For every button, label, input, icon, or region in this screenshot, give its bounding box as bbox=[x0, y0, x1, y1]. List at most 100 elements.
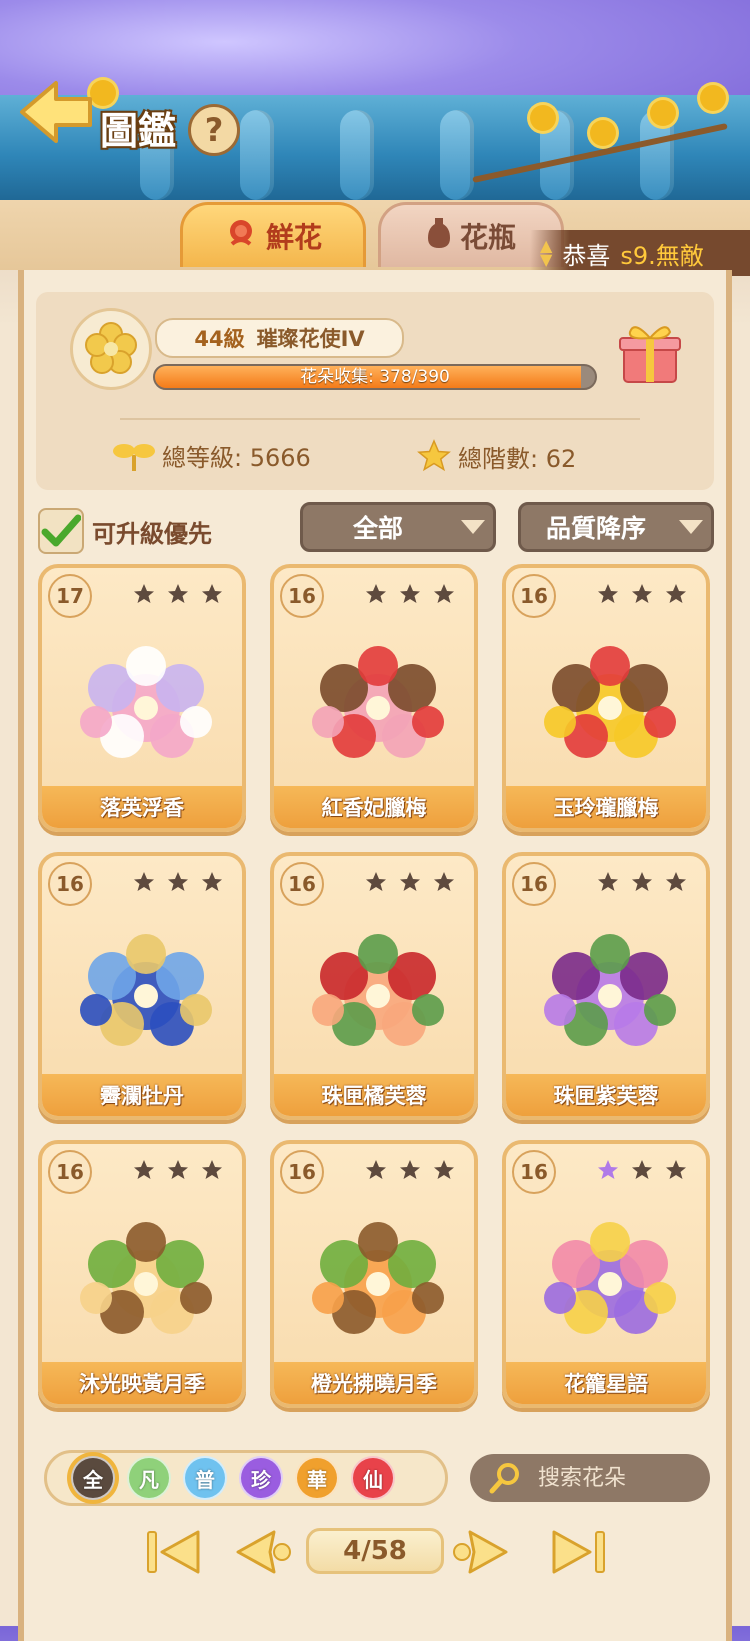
card-star-rating bbox=[132, 582, 224, 606]
total-level-stat: 總等級: 5666 bbox=[112, 438, 311, 473]
card-star-rating bbox=[132, 1158, 224, 1182]
flower-card[interactable]: 16 花籠星語 bbox=[502, 1140, 710, 1408]
star-icon bbox=[202, 1160, 222, 1179]
total-stars-label: 總階數: 62 bbox=[458, 444, 577, 473]
card-name: 珠匣橘芙蓉 bbox=[274, 1074, 474, 1116]
roof-tile bbox=[240, 110, 274, 200]
first-page-icon bbox=[147, 1530, 200, 1574]
star-icon bbox=[598, 1160, 618, 1179]
help-button[interactable]: ? bbox=[188, 104, 240, 156]
star-icon bbox=[417, 439, 451, 472]
card-level-badge: 16 bbox=[512, 1150, 556, 1194]
card-level-badge: 16 bbox=[280, 574, 324, 618]
flower-illustration bbox=[312, 646, 444, 758]
collection-progress-bar: 花朵收集: 378/390 bbox=[153, 364, 597, 390]
flower-card[interactable]: 16 紅香妃臘梅 bbox=[270, 564, 478, 832]
rarity-filter-chip[interactable]: 仙 bbox=[351, 1456, 395, 1500]
card-name: 紅香妃臘梅 bbox=[274, 786, 474, 828]
rarity-filter-chip[interactable]: 珍 bbox=[239, 1456, 283, 1500]
search-input[interactable] bbox=[536, 1464, 690, 1492]
level-value: 44級 bbox=[194, 327, 245, 351]
page-indicator: 4/58 bbox=[306, 1528, 444, 1574]
rarity-filter-bar: 全凡普珍華仙 bbox=[44, 1450, 448, 1506]
flower-card[interactable]: 16 霽瀾牡丹 bbox=[38, 852, 246, 1120]
vase-icon bbox=[426, 216, 452, 257]
star-icon bbox=[598, 872, 618, 891]
rarity-filter-chip[interactable]: 普 bbox=[183, 1456, 227, 1500]
star-icon bbox=[134, 1160, 154, 1179]
total-level-label: 總等級: 5666 bbox=[162, 444, 311, 472]
star-icon bbox=[134, 872, 154, 891]
card-name: 落英浮香 bbox=[42, 786, 242, 828]
star-icon bbox=[202, 584, 222, 603]
flower-illustration bbox=[544, 646, 676, 758]
ticker-arrows-icon: ▲ ▼ bbox=[540, 236, 553, 269]
prev-page-icon bbox=[236, 1530, 291, 1574]
total-stars-stat: 總階數: 62 bbox=[416, 438, 576, 474]
first-page-button[interactable] bbox=[144, 1528, 204, 1576]
flower-card[interactable]: 17 落英浮香 bbox=[38, 564, 246, 832]
star-icon bbox=[434, 872, 454, 891]
rarity-filter-chip[interactable]: 凡 bbox=[127, 1456, 171, 1500]
blossom-decoration bbox=[530, 105, 556, 131]
star-icon bbox=[366, 584, 386, 603]
flower-illustration bbox=[544, 1222, 676, 1334]
next-page-button[interactable] bbox=[450, 1528, 510, 1576]
search-box[interactable] bbox=[470, 1454, 710, 1502]
rarity-filter-chip[interactable]: 全 bbox=[71, 1456, 115, 1500]
tab-flowers-label: 鮮花 bbox=[265, 221, 322, 254]
back-button[interactable] bbox=[16, 75, 96, 149]
category-value: 全部 bbox=[352, 514, 403, 543]
rank-title: 璀璨花使IV bbox=[256, 327, 365, 351]
priority-checkbox[interactable] bbox=[38, 508, 84, 554]
back-arrow-icon bbox=[20, 81, 92, 143]
card-name: 珠匣紫芙蓉 bbox=[506, 1074, 706, 1116]
flower-card[interactable]: 16 珠匣紫芙蓉 bbox=[502, 852, 710, 1120]
flower-illustration bbox=[544, 934, 676, 1046]
star-icon bbox=[400, 872, 420, 891]
ticker-highlight: s9.無敵 bbox=[620, 241, 704, 270]
flower-card[interactable]: 16 珠匣橘芙蓉 bbox=[270, 852, 478, 1120]
flower-illustration bbox=[80, 646, 212, 758]
gift-box-button[interactable] bbox=[614, 316, 686, 388]
card-level-badge: 16 bbox=[280, 1150, 324, 1194]
star-icon bbox=[666, 872, 686, 891]
rarity-filter-chip[interactable]: 華 bbox=[295, 1456, 339, 1500]
card-name: 玉玲瓏臘梅 bbox=[506, 786, 706, 828]
last-page-icon bbox=[552, 1530, 605, 1574]
star-icon bbox=[434, 584, 454, 603]
tab-flowers[interactable]: 鮮花 bbox=[180, 202, 366, 267]
flower-illustration bbox=[312, 934, 444, 1046]
star-icon bbox=[632, 584, 652, 603]
flower-illustration bbox=[80, 1222, 212, 1334]
card-name: 橙光拂曉月季 bbox=[274, 1362, 474, 1404]
card-star-rating bbox=[596, 1158, 688, 1182]
flower-card[interactable]: 16 橙光拂曉月季 bbox=[270, 1140, 478, 1408]
star-icon bbox=[168, 872, 188, 891]
star-icon bbox=[400, 1160, 420, 1179]
blossom-decoration bbox=[590, 120, 616, 146]
card-star-rating bbox=[596, 582, 688, 606]
star-icon bbox=[434, 1160, 454, 1179]
rose-icon bbox=[224, 216, 258, 257]
category-dropdown[interactable]: 全部 bbox=[300, 502, 496, 552]
last-page-button[interactable] bbox=[548, 1528, 608, 1576]
star-icon bbox=[632, 1160, 652, 1179]
flower-illustration bbox=[80, 934, 212, 1046]
chevron-down-icon bbox=[453, 507, 493, 547]
priority-label: 可升級優先 bbox=[92, 519, 212, 548]
roof-tile bbox=[340, 110, 374, 200]
checkmark-icon bbox=[41, 514, 81, 547]
card-star-rating bbox=[596, 870, 688, 894]
flower-badge-icon bbox=[70, 308, 152, 390]
flower-card[interactable]: 16 玉玲瓏臘梅 bbox=[502, 564, 710, 832]
sort-dropdown[interactable]: 品質降序 bbox=[518, 502, 714, 552]
upgradable-priority-toggle[interactable]: 可升級優先 bbox=[38, 508, 212, 554]
prev-page-button[interactable] bbox=[234, 1528, 294, 1576]
sprout-icon bbox=[113, 443, 155, 471]
star-icon bbox=[366, 1160, 386, 1179]
flower-card[interactable]: 16 沐光映黃月季 bbox=[38, 1140, 246, 1408]
blossom-decoration bbox=[700, 85, 726, 111]
card-name: 霽瀾牡丹 bbox=[42, 1074, 242, 1116]
progress-text: 花朵收集: 378/390 bbox=[300, 367, 450, 387]
